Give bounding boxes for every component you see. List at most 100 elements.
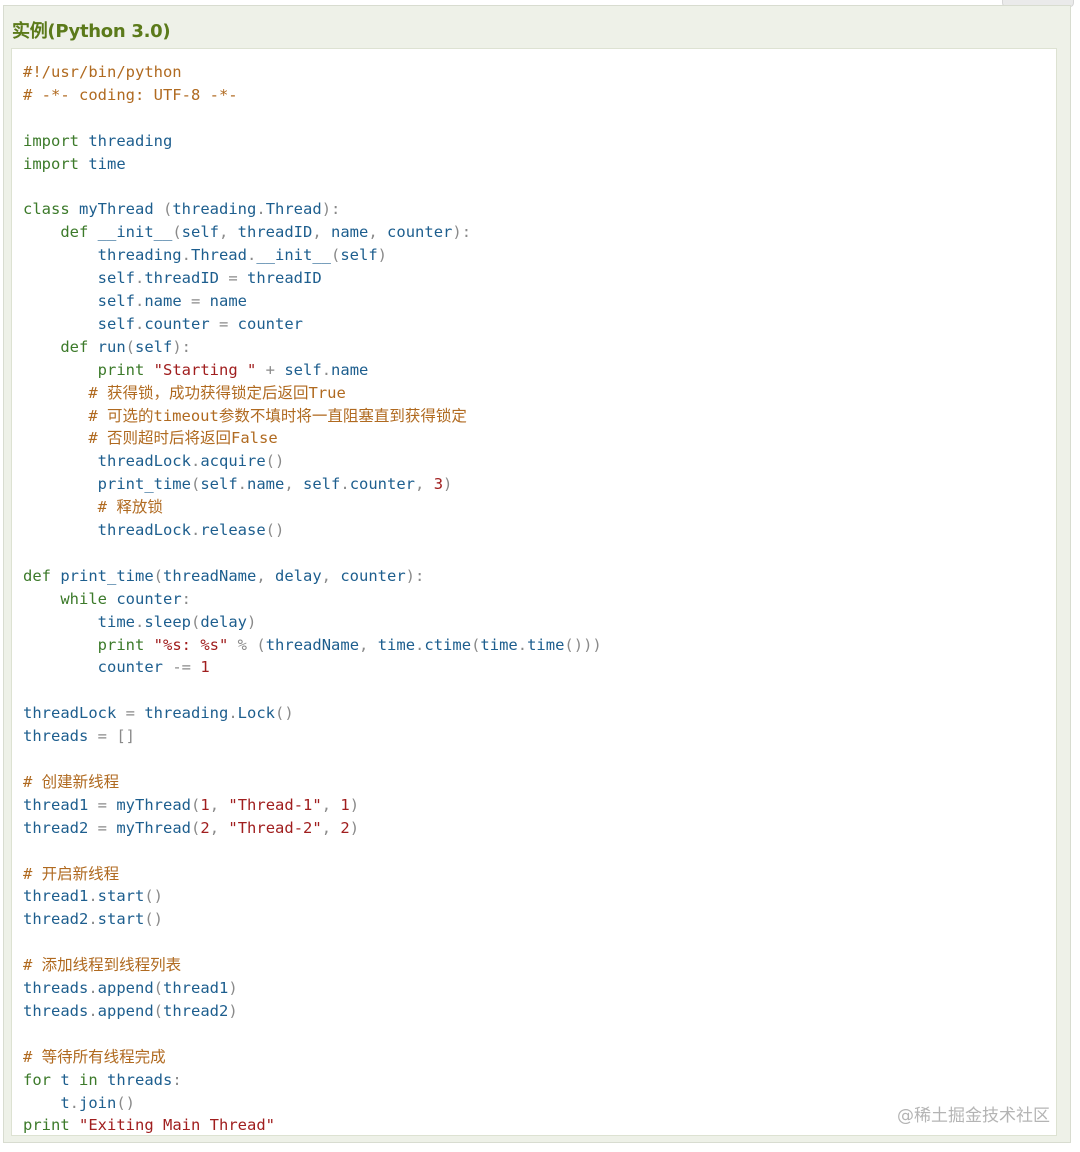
code-line: threadLock.release() (23, 519, 285, 541)
code-token-string: "Thread-2" (228, 818, 322, 837)
code-token-punct: () (144, 910, 164, 929)
code-token-punct: , (368, 223, 378, 242)
code-line: for t in threads: (23, 1069, 182, 1091)
code-token-comment: # 开启新线程 (23, 864, 120, 883)
code-line: counter -= 1 (23, 656, 210, 678)
code-token-plain: run (88, 337, 126, 356)
code-token-plain: Thread (190, 246, 247, 265)
code-token-punct: . (134, 269, 145, 288)
code-token-plain: myThread (69, 200, 163, 219)
code-token-comment: # 获得锁，成功获得锁定后返回True (88, 383, 346, 402)
code-line: # 等待所有线程完成 (23, 1046, 166, 1068)
code-token-punct: , (321, 566, 332, 585)
code-token-punct: ) (377, 246, 387, 265)
code-token-punct: . (88, 979, 98, 997)
code-token-plain: myThread (107, 795, 191, 814)
code-token-punct: ): (172, 337, 191, 356)
code-line: #!/usr/bin/python (23, 61, 182, 83)
code-token-plain: __init__ (256, 246, 331, 265)
code-token-punct: ())) (564, 635, 602, 654)
code-token-plain: print_time (23, 475, 191, 494)
code-token-plain: self (275, 360, 322, 379)
code-token-punct: . (134, 612, 145, 631)
code-token-punct: () (265, 452, 285, 471)
code-token-plain: start (97, 910, 145, 929)
code-token-string: "%s: %s" (153, 635, 229, 654)
code-line: t.join() (23, 1092, 135, 1114)
code-line: self.name = name (23, 290, 247, 312)
code-token-punct: ( (191, 612, 201, 631)
code-token-punct: () (144, 887, 164, 906)
code-token-number: 1 (200, 795, 210, 814)
code-token-plain: threadLock (23, 521, 191, 539)
code-token-punct: . (69, 1093, 80, 1112)
code-token-keyword: import (23, 154, 79, 173)
code-token-plain: Thread (265, 200, 322, 219)
code-token-plain: counter (144, 314, 219, 333)
code-token-punct: . (228, 704, 238, 723)
code-token-plain: self (340, 246, 378, 265)
code-line: threading.Thread.__init__(self) (23, 244, 387, 266)
code-token-plain: t (23, 1093, 70, 1112)
code-token-plain: counter (331, 566, 406, 585)
code-token-string: "Starting " (153, 360, 257, 379)
code-line: # 创建新线程 (23, 771, 119, 793)
code-token-comment: # 释放锁 (97, 498, 163, 517)
code-token-plain: time (480, 635, 518, 654)
code-token-plain: threads (23, 979, 89, 997)
code-token-plain: self (23, 314, 135, 333)
code-token-plain: myThread (107, 818, 191, 837)
code-line: import time (23, 153, 126, 175)
code-line: print "%s: %s" % (threadName, time.ctime… (23, 634, 602, 656)
code-token-punct: . (237, 475, 247, 494)
code-token-plain: threadName (265, 635, 360, 654)
code-token-plain: delay (265, 566, 322, 585)
code-token-plain: threads (97, 1070, 173, 1089)
code-token-plain: threadName (163, 566, 257, 585)
code-token-number: 3 (433, 475, 444, 494)
code-token-plain: append (97, 979, 154, 997)
code-line: threads.append(thread1) (23, 977, 238, 999)
code-token-plain: thread2 (163, 1001, 229, 1020)
code-token-number: 1 (200, 658, 210, 677)
code-token-comment: # 等待所有线程完成 (23, 1047, 166, 1066)
code-token-punct: ( (330, 246, 341, 265)
code-token-plain: acquire (200, 452, 266, 471)
code-token-plain: threading (135, 704, 229, 723)
code-token-punct: . (340, 475, 350, 494)
code-token-punct: ( (153, 566, 163, 585)
code-token-punct: ( (125, 337, 135, 356)
example-title: 实例(Python 3.0) (12, 21, 171, 42)
code-line: def print_time(threadName, delay, counte… (23, 565, 424, 587)
code-token-punct: ( (153, 1001, 164, 1020)
code-token-plain: thread1 (163, 979, 229, 997)
code-token-punct: = (125, 704, 135, 723)
code-token-punct: , (284, 475, 294, 494)
code-token-keyword: print (97, 360, 145, 379)
code-line: self.threadID = threadID (23, 267, 322, 289)
code-token-punct: ) (228, 979, 238, 997)
code-line: threads = [] (23, 725, 135, 747)
code-token-plain: release (200, 521, 266, 539)
code-line: time.sleep(delay) (23, 611, 257, 633)
code-token-punct: = (218, 314, 229, 333)
code-token-punct: = (97, 727, 107, 746)
code-token-plain: t (51, 1070, 79, 1089)
code-token-plain: counter (377, 223, 453, 242)
code-token-punct: . (88, 887, 98, 906)
code-token-punct: ): (405, 566, 425, 585)
code-token-punct: = (97, 818, 107, 837)
code-line: # 开启新线程 (23, 863, 119, 885)
code-token-comment: # -*- coding: UTF-8 -*- (23, 85, 238, 104)
code-token-punct: ): (321, 200, 341, 219)
